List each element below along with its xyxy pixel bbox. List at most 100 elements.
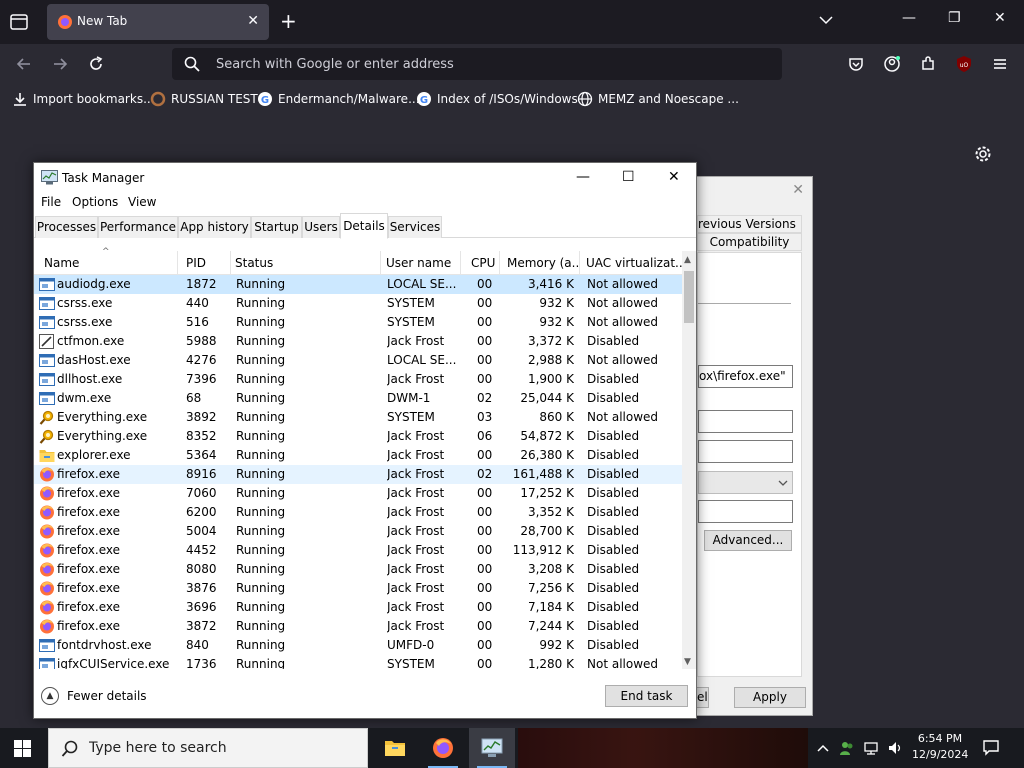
taskbar-firefox[interactable] — [420, 728, 466, 768]
table-row[interactable]: firefox.exe 3696 Running Jack Frost 00 7,184 … — [34, 598, 682, 617]
forward-arrow-icon[interactable] — [51, 55, 69, 73]
col-cpu[interactable]: CPU — [461, 251, 500, 275]
table-row[interactable]: firefox.exe 5004 Running Jack Frost 00 28,700… — [34, 522, 682, 541]
tab-list-icon[interactable] — [8, 11, 30, 33]
table-row[interactable]: audiodg.exe 1872 Running LOCAL SE... 00 3,416… — [34, 275, 682, 294]
taskbar-search-input[interactable] — [89, 729, 359, 767]
menu-view[interactable]: View — [128, 195, 156, 209]
table-row[interactable]: igfxCUIService.exe 1736 Running SYSTEM 00 1,2… — [34, 655, 682, 669]
menu-options[interactable]: Options — [72, 195, 118, 209]
advanced-button[interactable]: Advanced... — [704, 530, 792, 551]
minimize-icon[interactable]: — — [576, 169, 590, 185]
table-row[interactable]: Everything.exe 8352 Running Jack Frost 06 54,… — [34, 427, 682, 446]
scroll-up-icon[interactable]: ▲ — [684, 255, 691, 265]
table-row[interactable]: firefox.exe 8916 Running Jack Frost 02 161,48… — [34, 465, 682, 484]
vertical-scrollbar[interactable]: ▲ ▼ — [682, 251, 696, 669]
table-row[interactable]: ctfmon.exe 5988 Running Jack Frost 00 3,372 K… — [34, 332, 682, 351]
cell-uac: Not allowed — [587, 277, 659, 291]
col-user-name[interactable]: User name — [381, 251, 461, 275]
scroll-down-icon[interactable]: ▼ — [684, 657, 691, 667]
tab-details[interactable]: Details — [340, 213, 388, 239]
tab-compatibility[interactable]: Compatibility — [697, 233, 802, 251]
col-name[interactable]: Name — [34, 251, 178, 275]
table-row[interactable]: firefox.exe 3876 Running Jack Frost 00 7,256 … — [34, 579, 682, 598]
tab-startup[interactable]: Startup — [251, 216, 302, 238]
account-icon[interactable] — [883, 55, 901, 73]
end-task-button[interactable]: End task — [605, 685, 688, 707]
task-manager-titlebar[interactable]: Task Manager — ☐ ✕ — [34, 163, 696, 193]
tab-processes[interactable]: Processes — [35, 216, 98, 238]
notification-icon[interactable] — [982, 739, 1000, 757]
bookmark-endermanch[interactable]: G Endermanch/Malware... — [257, 90, 420, 108]
reload-icon[interactable] — [87, 55, 105, 73]
table-row[interactable]: csrss.exe 440 Running SYSTEM 00 932 K Not allo… — [34, 294, 682, 313]
volume-icon[interactable] — [887, 740, 903, 756]
chevron-down-icon[interactable] — [818, 12, 834, 28]
bookmark-russian-test[interactable]: RUSSIAN TEST — [150, 90, 258, 108]
bookmark-memz[interactable]: MEMZ and Noescape ... — [577, 90, 739, 108]
col-uac[interactable]: UAC virtualizat... — [580, 251, 682, 275]
tab-users[interactable]: Users — [302, 216, 340, 238]
apply-button[interactable]: Apply — [734, 687, 806, 708]
extensions-icon[interactable] — [919, 55, 937, 73]
bookmark-iso-index[interactable]: G Index of /ISOs/Windows — [416, 90, 578, 108]
people-icon[interactable] — [839, 740, 855, 756]
table-row[interactable]: csrss.exe 516 Running SYSTEM 00 932 K Not allo… — [34, 313, 682, 332]
ublock-icon[interactable]: uO — [955, 55, 973, 73]
tab-app-history[interactable]: App history — [178, 216, 251, 238]
tab-services[interactable]: Services — [388, 216, 442, 238]
restore-icon[interactable]: ❐ — [948, 10, 961, 26]
tab-performance[interactable]: Performance — [98, 216, 178, 238]
dropdown[interactable] — [698, 471, 793, 494]
new-tab-button[interactable]: + — [280, 10, 297, 32]
close-icon[interactable]: ✕ — [668, 169, 680, 185]
tab-previous-versions[interactable]: revious Versions — [697, 215, 802, 233]
col-pid[interactable]: PID — [178, 251, 231, 275]
url-bar[interactable] — [172, 48, 782, 80]
taskbar-search[interactable] — [48, 728, 368, 768]
maximize-icon[interactable]: ☐ — [622, 169, 635, 185]
target-path-field[interactable]: ox\firefox.exe" — [698, 365, 793, 388]
pocket-icon[interactable] — [847, 55, 865, 73]
windows-start-icon[interactable] — [14, 740, 31, 757]
close-window-icon[interactable]: ✕ — [994, 10, 1006, 26]
col-status[interactable]: Status — [231, 251, 381, 275]
cell-name: firefox.exe — [57, 543, 121, 557]
cell-pid: 6200 — [186, 505, 217, 519]
hamburger-menu-icon[interactable] — [991, 55, 1009, 73]
tab-close-icon[interactable]: ✕ — [247, 13, 259, 29]
table-row[interactable]: Everything.exe 3892 Running SYSTEM 03 860 K No… — [34, 408, 682, 427]
back-arrow-icon[interactable] — [15, 55, 33, 73]
bookmark-import[interactable]: Import bookmarks... — [12, 90, 155, 108]
url-input[interactable] — [216, 48, 756, 80]
text-field[interactable] — [698, 410, 793, 433]
table-row[interactable]: firefox.exe 4452 Running Jack Frost 00 113,91… — [34, 541, 682, 560]
text-field[interactable] — [698, 500, 793, 523]
cell-status: Running — [236, 429, 286, 443]
table-row[interactable]: firefox.exe 3872 Running Jack Frost 00 7,244 … — [34, 617, 682, 636]
table-row[interactable]: firefox.exe 7060 Running Jack Frost 00 17,252… — [34, 484, 682, 503]
dialog-close-icon[interactable]: ✕ — [792, 182, 804, 198]
table-row[interactable]: dwm.exe 68 Running DWM-1 02 25,044 K Disabled — [34, 389, 682, 408]
taskbar-file-explorer[interactable] — [372, 728, 418, 768]
scroll-thumb[interactable] — [684, 271, 694, 323]
table-row[interactable]: firefox.exe 8080 Running Jack Frost 00 3,208 … — [34, 560, 682, 579]
table-row[interactable]: firefox.exe 6200 Running Jack Frost 00 3,352 … — [34, 503, 682, 522]
table-row[interactable]: dasHost.exe 4276 Running LOCAL SE... 00 2,988… — [34, 351, 682, 370]
network-icon[interactable] — [863, 740, 879, 756]
chevron-up-icon[interactable] — [815, 740, 831, 756]
table-row[interactable]: fontdrvhost.exe 840 Running UMFD-0 00 992 K Di… — [34, 636, 682, 655]
fewer-details-button[interactable]: ▲ Fewer details — [41, 686, 147, 706]
minimize-icon[interactable]: — — [902, 10, 916, 26]
table-row[interactable]: explorer.exe 5364 Running Jack Frost 00 26,38… — [34, 446, 682, 465]
taskbar-task-manager[interactable] — [469, 728, 515, 768]
cancel-button[interactable]: el — [697, 687, 709, 708]
col-memory[interactable]: Memory (a... — [500, 251, 580, 275]
browser-tab[interactable]: New Tab ✕ — [47, 4, 269, 40]
text-field[interactable] — [698, 440, 793, 463]
table-row[interactable]: dllhost.exe 7396 Running Jack Frost 00 1,900 … — [34, 370, 682, 389]
task-manager-footer: ▲ Fewer details End task — [34, 679, 696, 719]
menu-file[interactable]: File — [41, 195, 61, 209]
gear-icon[interactable] — [974, 145, 992, 163]
system-clock[interactable]: 6:54 PM 12/9/2024 — [912, 731, 968, 763]
